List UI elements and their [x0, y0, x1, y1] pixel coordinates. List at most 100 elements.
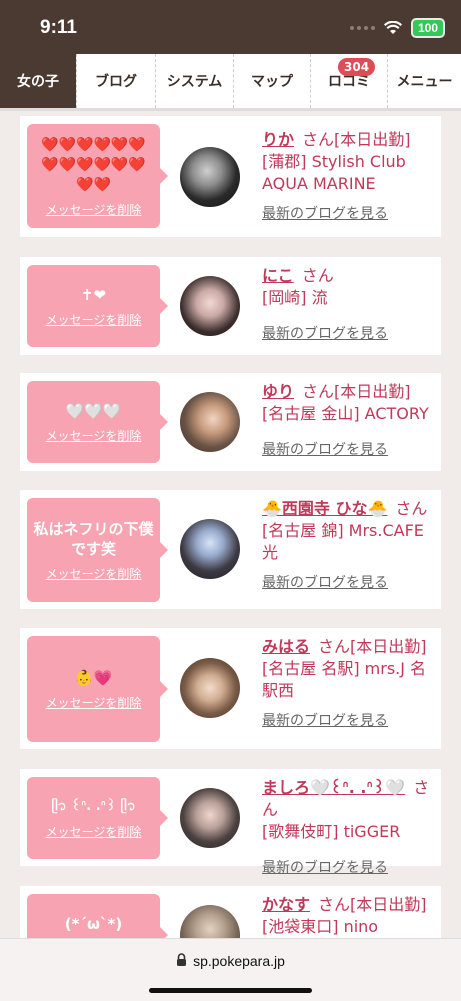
tab-girls[interactable]: 女の子 [0, 54, 76, 108]
tab-label: システム [166, 74, 223, 90]
shop-name: [名古屋 錦] Mrs.CAFE 光 [262, 521, 424, 562]
girl-info: りか さん[本日出勤] [蒲郡] Stylish Club AQUA MARINE… [262, 129, 438, 223]
status-icons: 100 [349, 18, 445, 38]
honorific: さん [318, 895, 351, 914]
delete-message-link[interactable]: メッセージを削除 [46, 823, 142, 840]
message-bubble: ✝︎❤︎ メッセージを削除 [27, 265, 168, 347]
delete-message-link[interactable]: メッセージを削除 [46, 694, 142, 711]
delete-message-link[interactable]: メッセージを削除 [46, 565, 142, 582]
latest-blog-link[interactable]: 最新のブログを見る [262, 710, 438, 730]
name-line: ゆり さん[本日出勤] [262, 381, 438, 403]
shop-name: [名古屋 金山] ACTORY [262, 404, 429, 423]
message-bubble: 👶💗 メッセージを削除 [27, 636, 168, 742]
home-indicator[interactable] [149, 988, 312, 993]
girl-info: ましろ🤍꒰ᐢ. .ᐢ꒱🤍 さん [歌舞伎町] tiGGER 最新のブログを見る [262, 777, 438, 877]
attendance-status: [本日出勤] [350, 637, 427, 656]
tab-system[interactable]: システム [155, 54, 233, 108]
battery-indicator: 100 [410, 18, 445, 38]
message-bubble: 私はネフリの下僕です笑 メッセージを削除 [27, 498, 168, 602]
attendance-status: [本日出勤] [334, 130, 411, 149]
message-text: 🤍🤍🤍 [65, 401, 122, 420]
url-row: sp.pokepara.jp [0, 953, 461, 969]
honorific: さん [301, 266, 334, 285]
avatar[interactable] [180, 519, 240, 579]
girl-info: にこ さん [岡崎] 流 最新のブログを見る [262, 265, 438, 343]
girl-info: かなす さん[本日出勤] [池袋東口] nino [262, 894, 438, 938]
tab-blog[interactable]: ブログ [76, 54, 155, 108]
tab-label: メニュー [396, 74, 453, 90]
message-bubble: (*´ω`*) メッセージを削除 [27, 894, 168, 938]
status-time: 9:11 [40, 17, 77, 38]
girl-name-link[interactable]: ゆり [262, 382, 294, 401]
wifi-icon [383, 21, 402, 34]
message-text: ❤️❤️❤️❤️❤️❤️❤️❤️❤️❤️❤️❤️❤️❤️ [41, 136, 146, 193]
nav-bar: 女の子 ブログ システム マップ ロコミ 304 メニュー [0, 54, 461, 111]
message-bubble: ᥫ᭡ ꒰ᐢ. .ᐢ꒱ ᥫ᭡ メッセージを削除 [27, 777, 168, 859]
avatar[interactable] [180, 147, 240, 207]
url-text: sp.pokepara.jp [193, 953, 285, 969]
list-item: 🤍🤍🤍 メッセージを削除 ゆり さん[本日出勤] [名古屋 金山] ACTORY … [20, 373, 441, 471]
list-item: ✝︎❤︎ メッセージを削除 にこ さん [岡崎] 流 最新のブログを見る [20, 257, 441, 355]
shop-name: [岡崎] 流 [262, 288, 328, 307]
reviews-count-badge: 304 [338, 58, 376, 76]
message-text: ✝︎❤︎ [80, 285, 107, 304]
message-bubble: 🤍🤍🤍 メッセージを削除 [27, 381, 168, 463]
list-item: ᥫ᭡ ꒰ᐢ. .ᐢ꒱ ᥫ᭡ メッセージを削除 ましろ🤍꒰ᐢ. .ᐢ꒱🤍 さん [歌… [20, 769, 441, 876]
name-line: 🐣西園寺 ひな🐣 さん [262, 498, 438, 520]
latest-blog-link[interactable]: 最新のブログを見る [262, 323, 438, 343]
message-text: 👶💗 [74, 668, 113, 687]
avatar[interactable] [180, 392, 240, 452]
name-line: かなす さん[本日出勤] [262, 894, 438, 916]
tab-label: 女の子 [17, 74, 59, 90]
girl-name-link[interactable]: にこ [262, 266, 294, 285]
name-line: りか さん[本日出勤] [262, 129, 438, 151]
girl-name-link[interactable]: みはる [262, 637, 310, 656]
tab-label: マップ [251, 74, 293, 90]
signal-icon [349, 26, 375, 30]
attendance-status: [本日出勤] [334, 382, 411, 401]
tab-reviews[interactable]: ロコミ 304 [310, 54, 387, 108]
girl-info: みはる さん[本日出勤] [名古屋 名駅] mrs.J 名駅西 最新のブログを見る [262, 636, 438, 730]
list-item: 👶💗 メッセージを削除 みはる さん[本日出勤] [名古屋 名駅] mrs.J 名… [20, 628, 441, 749]
delete-message-link[interactable]: メッセージを削除 [46, 201, 142, 218]
latest-blog-link[interactable]: 最新のブログを見る [262, 857, 438, 877]
avatar[interactable] [180, 276, 240, 336]
latest-blog-link[interactable]: 最新のブログを見る [262, 439, 438, 459]
lock-icon [177, 953, 187, 966]
girl-name-link[interactable]: ましろ🤍꒰ᐢ. .ᐢ꒱🤍 [262, 778, 405, 797]
avatar[interactable] [180, 905, 240, 938]
avatar[interactable] [180, 788, 240, 848]
honorific: さん [302, 130, 335, 149]
delete-message-link[interactable]: メッセージを削除 [46, 427, 142, 444]
girl-list: ❤️❤️❤️❤️❤️❤️❤️❤️❤️❤️❤️❤️❤️❤️ メッセージを削除 りか… [0, 110, 461, 938]
message-text: (*´ω`*) [64, 914, 123, 933]
shop-name: [名古屋 名駅] mrs.J 名駅西 [262, 659, 427, 700]
message-text: 私はネフリの下僕です笑 [33, 519, 154, 558]
name-line: にこ さん [262, 265, 438, 287]
shop-name: [蒲郡] Stylish Club AQUA MARINE [262, 152, 406, 193]
latest-blog-link[interactable]: 最新のブログを見る [262, 203, 438, 223]
avatar[interactable] [180, 658, 240, 718]
attendance-status: [本日出勤] [350, 895, 427, 914]
honorific: さん [318, 637, 351, 656]
girl-info: 🐣西園寺 ひな🐣 さん [名古屋 錦] Mrs.CAFE 光 最新のブログを見る [262, 498, 438, 592]
honorific: さん [302, 382, 335, 401]
tab-label: ブログ [95, 74, 137, 90]
message-text: ᥫ᭡ ꒰ᐢ. .ᐢ꒱ ᥫ᭡ [51, 798, 136, 814]
girl-info: ゆり さん[本日出勤] [名古屋 金山] ACTORY 最新のブログを見る [262, 381, 438, 459]
honorific: さん [395, 499, 428, 518]
delete-message-link[interactable]: メッセージを削除 [46, 311, 142, 328]
girl-name-link[interactable]: かなす [262, 895, 310, 914]
status-bar: 9:11 100 [0, 0, 461, 54]
latest-blog-link[interactable]: 最新のブログを見る [262, 572, 438, 592]
girl-name-link[interactable]: 🐣西園寺 ひな🐣 [262, 499, 387, 518]
shop-name: [歌舞伎町] tiGGER [262, 822, 401, 841]
tab-menu[interactable]: メニュー [387, 54, 461, 108]
message-bubble: ❤️❤️❤️❤️❤️❤️❤️❤️❤️❤️❤️❤️❤️❤️ メッセージを削除 [27, 124, 168, 228]
list-item: 私はネフリの下僕です笑 メッセージを削除 🐣西園寺 ひな🐣 さん [名古屋 錦] … [20, 490, 441, 609]
browser-url-bar[interactable]: sp.pokepara.jp [0, 938, 461, 1001]
list-item: (*´ω`*) メッセージを削除 かなすさん[本日出勤] [池袋東口] nino [20, 886, 441, 938]
tab-map[interactable]: マップ [233, 54, 310, 108]
girl-name-link[interactable]: りか [262, 130, 294, 149]
list-item: ❤️❤️❤️❤️❤️❤️❤️❤️❤️❤️❤️❤️❤️❤️ メッセージを削除 りか… [20, 116, 441, 237]
